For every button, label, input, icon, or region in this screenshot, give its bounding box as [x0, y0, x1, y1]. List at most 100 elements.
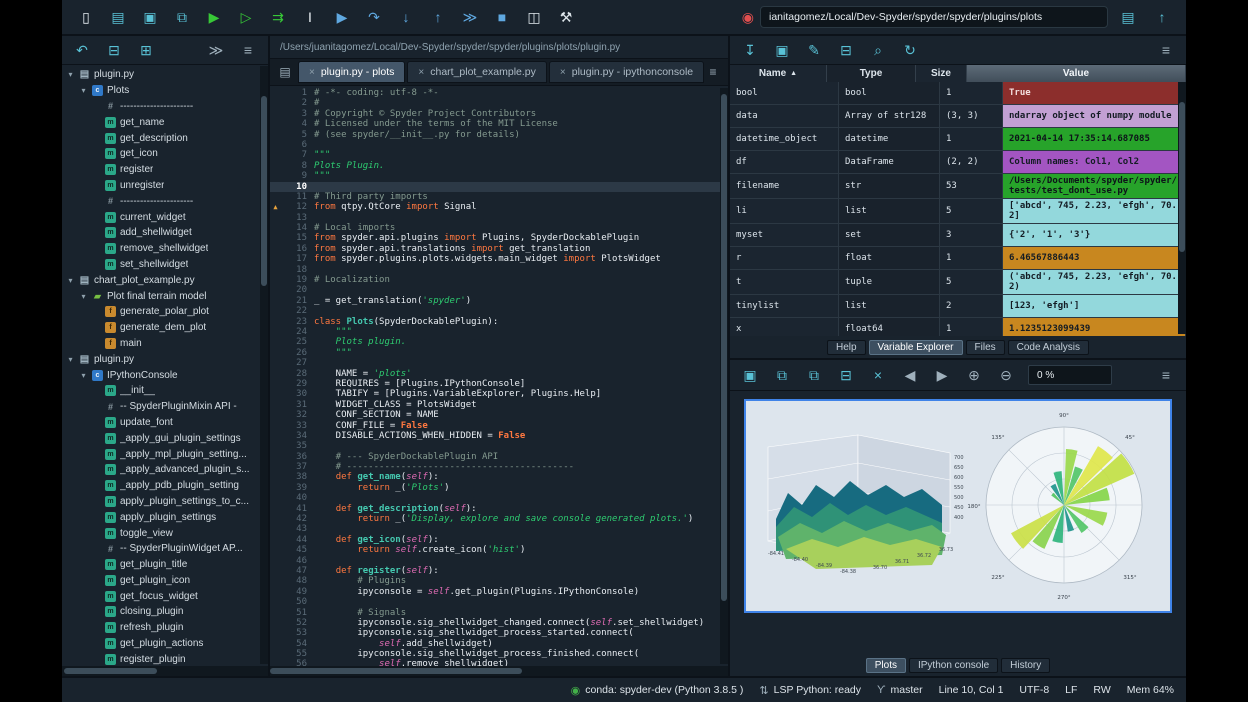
close-tab-icon[interactable]: ×	[418, 67, 424, 78]
outline-item[interactable]: mapply_plugin_settings_to_c...	[62, 494, 268, 510]
editor-tab[interactable]: ×plugin.py - ipythonconsole	[549, 61, 704, 83]
editor-vertical-scrollbar[interactable]	[720, 88, 728, 664]
code-line[interactable]: 38 def get_name(self):	[270, 472, 728, 482]
code-editor[interactable]: 1# -*- coding: utf-8 -*-2#3# Copyright ©…	[270, 86, 728, 666]
zoom-in-button[interactable]: ⊕	[960, 363, 988, 387]
next-plot-button[interactable]: ▶	[928, 363, 956, 387]
import-data-button[interactable]: ↧	[736, 38, 764, 62]
outline-item[interactable]: m_apply_pdb_plugin_setting	[62, 478, 268, 494]
step-into-button[interactable]: ↓	[392, 5, 420, 29]
code-line[interactable]: 18	[270, 265, 728, 275]
variable-row[interactable]: filenamestr53/Users/Documents/spyder/spy…	[730, 174, 1186, 199]
code-line[interactable]: 15from spyder.api.plugins import Plugins…	[270, 233, 728, 243]
expander-icon[interactable]: ▾	[79, 292, 88, 301]
code-line[interactable]: 55 ipyconsole.sig_shellwidget_process_fi…	[270, 649, 728, 659]
expand-all-button[interactable]: ⊞	[132, 38, 160, 62]
outline-item[interactable]: fmain	[62, 336, 268, 352]
outline-item[interactable]: ▾▤plugin.py	[62, 67, 268, 83]
right-bottom-tab[interactable]: IPython console	[909, 658, 998, 673]
outline-item[interactable]: munregister	[62, 178, 268, 194]
save-plot-button[interactable]: ▣	[736, 363, 764, 387]
outline-item[interactable]: mget_icon	[62, 146, 268, 162]
save-data-button[interactable]: ▣	[768, 38, 796, 62]
code-line[interactable]: 10	[270, 182, 728, 192]
run-cell-button[interactable]: ▷	[232, 5, 260, 29]
code-line[interactable]: 36 # --- SpyderDockablePlugin API	[270, 452, 728, 462]
outline-item[interactable]: mupdate_font	[62, 415, 268, 431]
new-file-button[interactable]: ▯	[72, 5, 100, 29]
editor-tab[interactable]: ×chart_plot_example.py	[407, 61, 547, 83]
variable-explorer-options-button[interactable]: ≡	[1152, 38, 1180, 62]
code-line[interactable]: 4# Licensed under the terms of the MIT L…	[270, 119, 728, 129]
code-line[interactable]: 54 self.add_shellwidget)	[270, 639, 728, 649]
outline-item[interactable]: mcurrent_widget	[62, 209, 268, 225]
code-line[interactable]: 50	[270, 597, 728, 607]
run-cell-advance-button[interactable]: ⇉	[264, 5, 292, 29]
outline-item[interactable]: mclosing_plugin	[62, 604, 268, 620]
column-header-name[interactable]: Name▲	[730, 65, 827, 82]
code-line[interactable]: 7"""	[270, 150, 728, 160]
outline-item[interactable]: #----------------------	[62, 99, 268, 115]
outline-item[interactable]: mget_plugin_title	[62, 557, 268, 573]
code-line[interactable]: ▲12from qtpy.QtCore import Signal	[270, 202, 728, 212]
open-file-button[interactable]: ▤	[104, 5, 132, 29]
code-line[interactable]: 17from spyder.plugins.plots.widgets.main…	[270, 254, 728, 264]
code-line[interactable]: 30 TABIFY = [Plugins.VariableExplorer, P…	[270, 389, 728, 399]
save-button[interactable]: ▣	[136, 5, 164, 29]
code-line[interactable]: 29 REQUIRES = [Plugins.IPythonConsole]	[270, 379, 728, 389]
right-top-tab[interactable]: Help	[827, 340, 866, 355]
code-line[interactable]: 11# Third party imports	[270, 192, 728, 202]
variable-row[interactable]: ttuple5('abcd', 745, 2.23, 'efgh', 70.2)	[730, 270, 1186, 295]
outline-item[interactable]: m_apply_gui_plugin_settings	[62, 430, 268, 446]
outline-horizontal-scrollbar[interactable]	[62, 666, 268, 676]
variable-table-scrollbar[interactable]	[1178, 82, 1186, 334]
right-top-tab[interactable]: Files	[966, 340, 1005, 355]
expander-icon[interactable]: ▾	[66, 70, 75, 79]
code-line[interactable]: 23class Plots(SpyderDockablePlugin):	[270, 317, 728, 327]
variable-value[interactable]: {'2', '1', '3'}	[1003, 224, 1186, 246]
outline-item[interactable]: ▾cIPythonConsole	[62, 367, 268, 383]
copy-plot-button[interactable]: ⧉	[800, 363, 828, 387]
variable-row[interactable]: mysetset3{'2', '1', '3'}	[730, 224, 1186, 247]
code-line[interactable]: 53 ipyconsole.sig_shellwidget_process_st…	[270, 628, 728, 638]
code-line[interactable]: 45 return self.create_icon('hist')	[270, 545, 728, 555]
code-line[interactable]: 48 # Plugins	[270, 576, 728, 586]
expander-icon[interactable]: ▾	[79, 86, 88, 95]
column-header-size[interactable]: Size	[916, 65, 967, 82]
editor-tab[interactable]: ×plugin.py - plots	[298, 61, 405, 83]
run-selection-button[interactable]: I	[296, 5, 324, 29]
code-line[interactable]: 31 WIDGET_CLASS = PlotsWidget	[270, 400, 728, 410]
save-all-button[interactable]: ⧉	[168, 5, 196, 29]
variable-row[interactable]: lilist5['abcd', 745, 2.23, 'efgh', 70.2]	[730, 199, 1186, 224]
previous-plot-button[interactable]: ◀	[896, 363, 924, 387]
variable-value[interactable]: ndarray object of numpy module	[1003, 105, 1186, 127]
code-line[interactable]: 42 return _('Display, explore and save c…	[270, 514, 728, 524]
right-bottom-tab[interactable]: Plots	[866, 658, 906, 673]
outline-item[interactable]: ▾▰Plot final terrain model	[62, 288, 268, 304]
outline-item[interactable]: ▾cPlots	[62, 83, 268, 99]
outline-item[interactable]: mget_description	[62, 130, 268, 146]
variable-row[interactable]: tinylistlist2[123, 'efgh']	[730, 295, 1186, 318]
outline-item[interactable]: mremove_shellwidget	[62, 241, 268, 257]
remove-plot-button[interactable]: ⊟	[832, 363, 860, 387]
code-line[interactable]: 3# Copyright © Spyder Project Contributo…	[270, 109, 728, 119]
outline-item[interactable]: mrefresh_plugin	[62, 620, 268, 636]
outline-item[interactable]: mget_plugin_icon	[62, 573, 268, 589]
outline-item[interactable]: mget_plugin_actions	[62, 636, 268, 652]
variable-value[interactable]: /Users/Documents/spyder/spyder/tests/tes…	[1003, 174, 1186, 198]
browse-tabs-button[interactable]: ▤	[274, 62, 296, 82]
code-line[interactable]: 1# -*- coding: utf-8 -*-	[270, 88, 728, 98]
debug-button[interactable]: ▶	[328, 5, 356, 29]
save-all-plots-button[interactable]: ⧉	[768, 363, 796, 387]
code-line[interactable]: 37 # -----------------------------------…	[270, 462, 728, 472]
more-toolbar-items-button[interactable]: ≫	[202, 38, 230, 62]
eol-status[interactable]: LF	[1065, 684, 1077, 696]
outline-item[interactable]: #----------------------	[62, 193, 268, 209]
variable-value[interactable]: True	[1003, 82, 1186, 104]
code-line[interactable]: 46	[270, 556, 728, 566]
expander-icon[interactable]: ▾	[79, 371, 88, 380]
code-line[interactable]: 14# Local imports	[270, 223, 728, 233]
code-line[interactable]: 43	[270, 524, 728, 534]
code-line[interactable]: 13	[270, 213, 728, 223]
plots-options-button[interactable]: ≡	[1152, 363, 1180, 387]
